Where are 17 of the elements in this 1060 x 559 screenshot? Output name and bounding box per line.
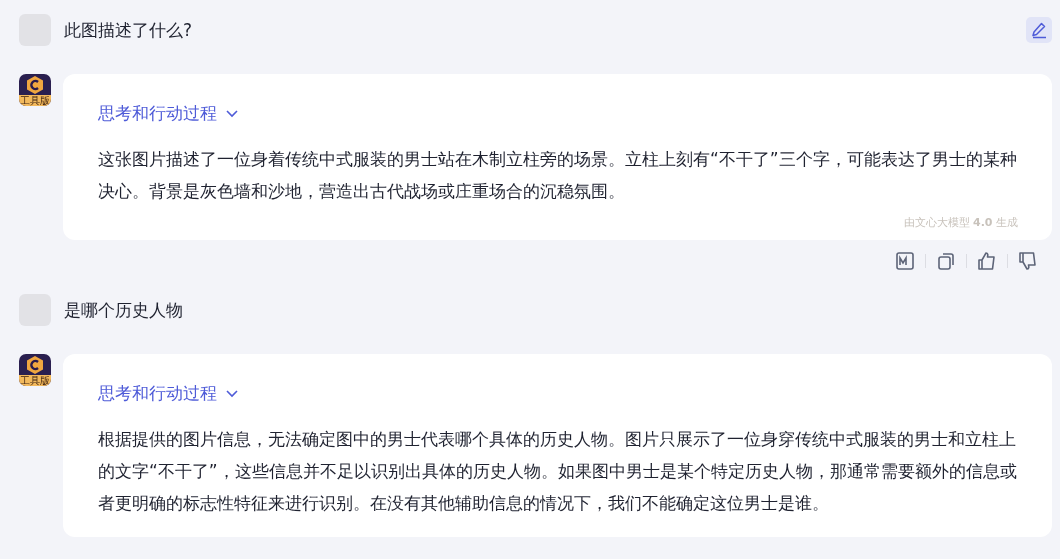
answer-text: 这张图片描述了一位身着传统中式服装的男士站在木制立柱旁的场景。立柱上刻有“不干了”三个字，可能表达了男士的某种决心。背景是灰色墙和沙地，营造出古代战场或庄重场合的沉稳氛围。 <box>98 148 1018 203</box>
avatar-label: 工具版 <box>19 95 51 106</box>
process-toggle[interactable]: 思考和行动过程 <box>98 102 239 125</box>
thumbs-up-icon[interactable] <box>977 251 997 271</box>
chart-icon[interactable] <box>895 251 915 271</box>
copy-icon[interactable] <box>936 251 956 271</box>
chevron-down-icon <box>225 108 239 119</box>
user-message: 是哪个历史人物 <box>64 298 184 322</box>
pencil-icon <box>1030 21 1048 39</box>
avatar-label: 工具版 <box>19 375 51 386</box>
answer-text: 根据提供的图片信息，无法确定图中的男士代表哪个具体的历史人物。图片只展示了一位身穿传统中式服装的男士和立柱上的文字“不干了”，这些信息并不足以识别出具体的历史人物。如果图中男士是某个特定历史人物，那通常需要额外的信息或者更明确的标志性特征来进行识别。在没有其他辅助信息的情况下，我们不能确定这位男士是谁。 <box>98 428 1018 515</box>
edit-button[interactable] <box>1026 17 1052 43</box>
thumbs-down-icon[interactable] <box>1018 251 1038 271</box>
model-credit: 由文心大模型 4.0 生成 <box>902 215 1018 230</box>
chevron-down-icon <box>225 388 239 399</box>
user-message: 此图描述了什么? <box>64 18 194 42</box>
process-toggle[interactable]: 思考和行动过程 <box>98 382 239 405</box>
